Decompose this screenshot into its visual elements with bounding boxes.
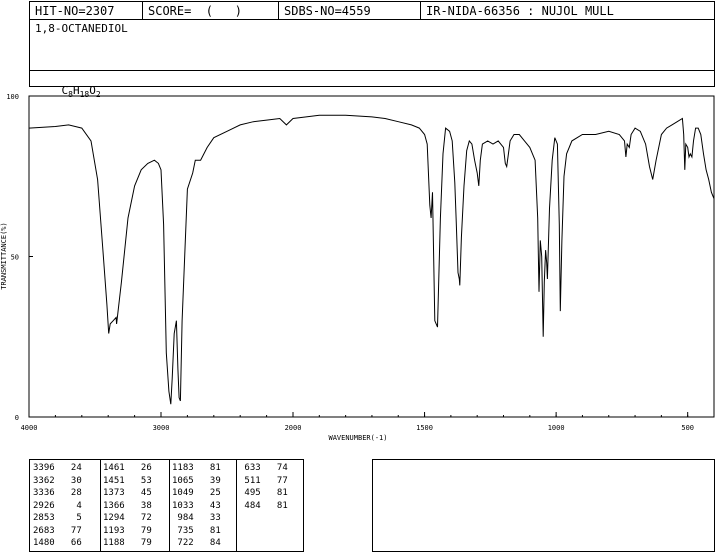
peak-entry: 3336 28 (33, 488, 82, 498)
x-axis-ticks: 4000 3000 2000 1500 1000 500 (21, 412, 694, 432)
peak-entry: 1188 79 (103, 538, 152, 548)
y-axis-label: TRANSMITTANCE(%) (0, 222, 8, 289)
y-tick-label: 0 (15, 414, 19, 422)
peak-entry: 3362 30 (33, 475, 82, 486)
x-tick-label: 2000 (285, 424, 302, 432)
peak-table-divider (236, 460, 237, 551)
peak-table-divider (169, 460, 170, 551)
peak-entry: 1193 79 (103, 525, 152, 536)
peak-entry: 633 74 (239, 463, 288, 473)
x-tick-label: 1000 (548, 424, 565, 432)
peak-entry: 1366 38 (103, 500, 152, 511)
x-tick-label: 3000 (153, 424, 170, 432)
peak-entry: 722 84 (172, 538, 221, 548)
peak-entry: 1461 26 (103, 463, 152, 473)
peak-entry: 1049 25 (172, 488, 221, 498)
x-tick-label: 1500 (416, 424, 433, 432)
x-tick-label: 4000 (21, 424, 38, 432)
x-axis-label: WAVENUMBER(-1) (328, 434, 387, 442)
peak-table: 3396 24 3362 30 3336 28 2926 4 2853 5 2683 77… (29, 459, 304, 552)
peak-entry: 1065 39 (172, 475, 221, 486)
peak-entry: 1480 66 (33, 538, 82, 548)
peak-entry: 1033 43 (172, 500, 221, 511)
peak-entry: 2926 4 (33, 500, 82, 511)
peak-entry: 1183 81 (172, 463, 221, 473)
peak-entry: 1294 72 (103, 513, 152, 523)
peak-entry: 1373 45 (103, 488, 152, 498)
peak-entry: 984 33 (172, 513, 221, 523)
y-tick-label: 100 (6, 93, 19, 101)
y-tick-label: 50 (11, 254, 19, 262)
peak-table-divider (100, 460, 101, 551)
peak-entry: 511 77 (239, 475, 288, 486)
ir-spectrum-chart: 0 50 100 4000 3000 2000 1500 1000 500 WAVENUMBE… (0, 93, 715, 442)
peak-entry: 2853 5 (33, 513, 82, 523)
spectrum-line (28, 114, 715, 405)
x-tick-label: 500 (681, 424, 694, 432)
blank-panel (372, 459, 715, 552)
peak-entry: 3396 24 (33, 463, 82, 473)
peak-entry: 495 81 (239, 488, 288, 498)
plot-frame (28, 95, 715, 418)
peak-entry: 2683 77 (33, 525, 82, 536)
peak-entry: 735 81 (172, 525, 221, 536)
peak-entry: 484 81 (239, 500, 288, 511)
peak-entry: 1451 53 (103, 475, 152, 486)
